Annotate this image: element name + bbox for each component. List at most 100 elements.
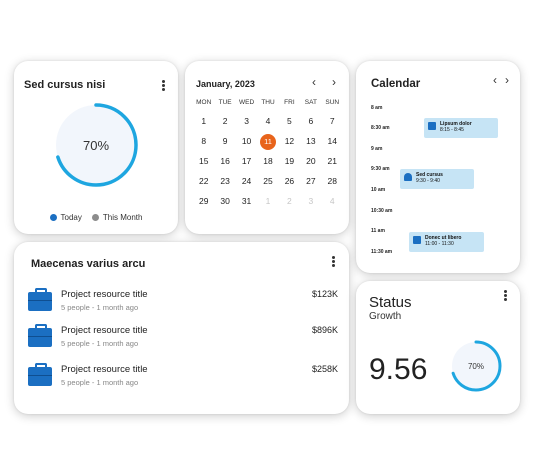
more-options-icon[interactable] — [158, 79, 168, 93]
calendar-day[interactable]: 11 — [257, 131, 278, 151]
calendar-day[interactable]: 10 — [236, 131, 257, 151]
calendar-day[interactable]: 27 — [300, 171, 321, 191]
calendar-day[interactable]: 15 — [193, 151, 214, 171]
calendar-day[interactable]: 26 — [279, 171, 300, 191]
progress-percent: 70% — [82, 137, 110, 153]
weekday-header: WED — [238, 99, 255, 106]
calendar-day[interactable]: 22 — [193, 171, 214, 191]
schedule-title: Calendar — [371, 78, 421, 90]
time-label: 9 am — [371, 146, 383, 152]
calendar-day[interactable]: 17 — [236, 151, 257, 171]
calendar-day[interactable]: 6 — [300, 111, 321, 131]
status-value: 9.56 — [369, 353, 428, 386]
file-icon — [413, 236, 421, 244]
calendar-day[interactable]: 21 — [322, 151, 343, 171]
weekday-header: THU — [261, 99, 275, 106]
item-subtitle: 5 people - 1 month ago — [61, 303, 139, 312]
calendar-day[interactable]: 9 — [214, 131, 235, 151]
file-icon — [428, 122, 436, 130]
calendar-day[interactable]: 2 — [279, 191, 300, 211]
resource-list-card: Maecenas varius arcu Project resource ti… — [14, 242, 349, 414]
chevron-right-icon[interactable]: › — [332, 75, 336, 89]
person-icon — [404, 173, 412, 181]
legend-dot — [49, 214, 57, 221]
chevron-right-icon[interactable]: › — [505, 73, 509, 87]
event-lipsum-dolor[interactable]: Lipsum dolor 8:15 - 8:45 — [424, 118, 498, 138]
briefcase-icon — [28, 363, 52, 386]
status-card: Status Growth 9.56 70% — [356, 281, 520, 414]
calendar-day[interactable]: 3 — [300, 191, 321, 211]
calendar-day[interactable]: 14 — [322, 131, 343, 151]
calendar-day[interactable]: 19 — [279, 151, 300, 171]
chevron-left-icon[interactable]: ‹ — [312, 75, 316, 89]
event-sed-cursus[interactable]: Sed cursus 9:30 - 9:40 — [400, 169, 474, 189]
gauge-card-title: Sed cursus nisi — [24, 79, 106, 91]
legend-dot — [91, 214, 99, 221]
time-label: 9:30 am — [371, 166, 390, 172]
calendar-day[interactable]: 30 — [214, 191, 235, 211]
month-label: January, 2023 — [196, 79, 255, 89]
item-title: Project resource title — [61, 289, 148, 300]
calendar-day[interactable]: 4 — [257, 111, 278, 131]
calendar-day[interactable]: 20 — [300, 151, 321, 171]
calendar-day[interactable]: 31 — [236, 191, 257, 211]
calendar-day[interactable]: 25 — [257, 171, 278, 191]
list-item[interactable]: Project resource title 5 people - 1 mont… — [28, 324, 338, 355]
calendar-day[interactable]: 28 — [322, 171, 343, 191]
legend-item-today: Today — [49, 213, 82, 222]
weekday-header: FRI — [284, 99, 295, 106]
legend-label: This Month — [102, 213, 143, 222]
more-options-icon[interactable] — [500, 289, 510, 303]
calendar-day[interactable]: 1 — [193, 111, 214, 131]
calendar-day[interactable]: 1 — [257, 191, 278, 211]
status-title: Status — [369, 294, 412, 311]
time-label: 8:30 am — [371, 125, 390, 131]
weekday-header: MON — [196, 99, 212, 106]
chevron-left-icon[interactable]: ‹ — [493, 73, 497, 87]
calendar-day[interactable]: 29 — [193, 191, 214, 211]
item-subtitle: 5 people - 1 month ago — [61, 378, 139, 387]
legend-label: Today — [60, 213, 82, 222]
calendar-day[interactable]: 24 — [236, 171, 257, 191]
progress-percent: 70% — [467, 361, 484, 371]
month-calendar-card: January, 2023 ‹ › MON TUE WED THU FRI SA… — [185, 61, 349, 234]
item-title: Project resource title — [61, 364, 148, 375]
event-time: 11:00 - 11:30 — [425, 241, 454, 247]
legend: Today This Month — [14, 213, 178, 222]
calendar-day[interactable]: 3 — [236, 111, 257, 131]
briefcase-icon — [28, 324, 52, 347]
calendar-day[interactable]: 7 — [322, 111, 343, 131]
weekday-header: TUE — [218, 99, 232, 106]
calendar-day[interactable]: 8 — [193, 131, 214, 151]
briefcase-icon — [28, 288, 52, 311]
time-label: 8 am — [371, 105, 383, 111]
time-label: 10 am — [371, 187, 386, 193]
event-donec-ut-libero[interactable]: Donec ut libero 11:00 - 11:30 — [409, 232, 484, 252]
calendar-day[interactable]: 23 — [214, 171, 235, 191]
item-subtitle: 5 people - 1 month ago — [61, 339, 139, 348]
calendar-day[interactable]: 18 — [257, 151, 278, 171]
item-amount: $896K — [311, 325, 338, 335]
calendar-day[interactable]: 4 — [322, 191, 343, 211]
time-label: 11 am — [371, 228, 385, 234]
calendar-day[interactable]: 13 — [300, 131, 321, 151]
legend-item-this-month: This Month — [91, 213, 143, 222]
event-time: 8:15 - 8:45 — [440, 127, 464, 133]
list-item[interactable]: Project resource title 5 people - 1 mont… — [28, 288, 338, 319]
more-options-icon[interactable] — [328, 255, 338, 269]
calendar-grid: MON TUE WED THU FRI SAT SUN 1 2 3 4 5 6 7 8 9 10 1… — [193, 99, 343, 211]
list-item[interactable]: Project resource title 5 people - 1 mont… — [28, 363, 338, 394]
calendar-day[interactable]: 5 — [279, 111, 300, 131]
weekday-header: SUN — [325, 99, 340, 106]
event-time: 9:30 - 9:40 — [416, 178, 440, 184]
list-card-title: Maecenas varius arcu — [31, 258, 146, 270]
item-amount: $258K — [311, 364, 338, 374]
time-label: 10:30 am — [371, 208, 393, 214]
item-title: Project resource title — [61, 325, 148, 336]
calendar-day[interactable]: 16 — [214, 151, 235, 171]
status-subtitle: Growth — [369, 311, 402, 322]
calendar-day[interactable]: 2 — [214, 111, 235, 131]
time-label: 11:30 am — [371, 249, 393, 255]
schedule-card: Calendar ‹ › 8 am 8:30 am 9 am 9:30 am 1… — [356, 61, 520, 273]
calendar-day[interactable]: 12 — [279, 131, 300, 151]
